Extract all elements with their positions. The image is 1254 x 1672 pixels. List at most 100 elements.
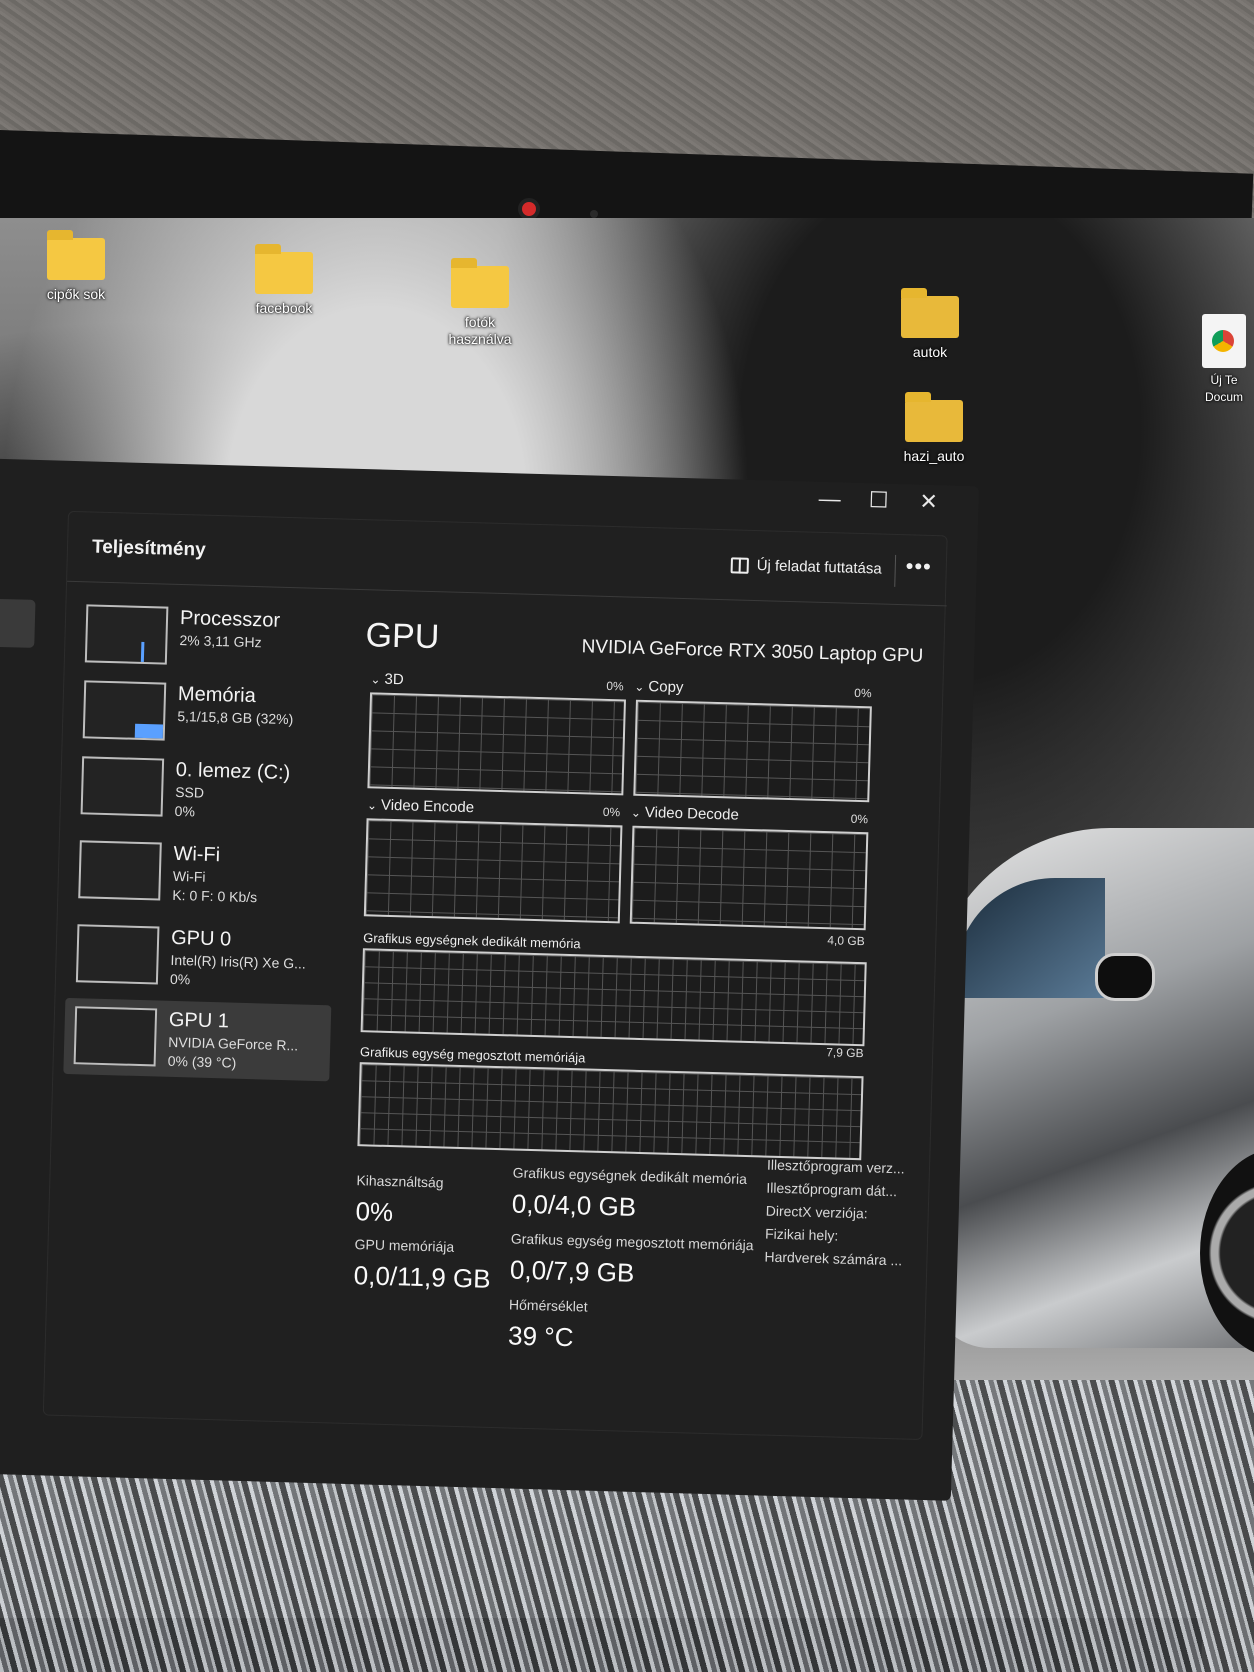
chevron-down-icon: ⌄ <box>634 679 645 694</box>
dedicated-memory-value: 0,0/4,0 GB <box>511 1188 637 1222</box>
graph-dedicated-memory-max: 4,0 GB <box>827 933 865 949</box>
graph-dedicated-memory-label: Grafikus egységnek dedikált memória <box>363 930 581 952</box>
graph-selector-video-encode[interactable]: ⌄ Video Encode <box>366 796 475 817</box>
desktop-icon-label: facebook <box>255 300 313 316</box>
sidebar-item-label: 0. lemez (C:) <box>175 758 291 785</box>
folder-icon <box>255 244 313 294</box>
task-manager-window: — ☐ ✕ Teljesítmény Új feladat futtatása … <box>0 440 980 1516</box>
gpu1-usage: 0% (39 °C) <box>167 1052 237 1071</box>
memory-usage-fill <box>134 723 164 739</box>
temperature-label: Hőmérséklet <box>508 1296 588 1315</box>
graph-selector-video-decode[interactable]: ⌄ Video Decode <box>631 804 739 824</box>
graph-3d-percent: 0% <box>606 678 624 694</box>
sidebar-item-detail: 2% 3,11 GHz <box>179 631 262 651</box>
shared-memory-label: Grafikus egység megosztott memóriája <box>510 1230 754 1254</box>
desktop-folder-fotok[interactable]: fotók használva <box>420 258 540 348</box>
gpu0-usage: 0% <box>169 970 191 988</box>
chevron-down-icon: ⌄ <box>370 672 381 687</box>
sidebar-item-processzor[interactable]: Processzor 2% 3,11 GHz <box>75 596 343 679</box>
close-button[interactable]: ✕ <box>918 489 939 516</box>
folder-icon <box>451 258 509 308</box>
gpu-title: GPU <box>365 616 440 657</box>
graph-selector-copy[interactable]: ⌄ Copy <box>634 678 684 696</box>
gpu-memory-label: GPU memóriája <box>354 1236 455 1255</box>
graph-copy <box>633 699 872 803</box>
folder-icon <box>905 392 963 442</box>
desktop-folder-autok[interactable]: autok <box>870 288 990 361</box>
header-divider <box>894 554 897 587</box>
utilization-label: Kihasználtság <box>356 1172 444 1191</box>
graph-video-encode <box>363 818 623 924</box>
chevron-down-icon: ⌄ <box>630 805 642 820</box>
cpu-thumbnail-graph <box>84 604 169 665</box>
desktop-icon-label: Új Te Docum <box>1204 373 1243 404</box>
sidebar-item-detail: Wi-Fi K: 0 F: 0 Kb/s <box>172 867 258 907</box>
desktop-icon-label: autok <box>912 344 948 360</box>
shared-memory-value: 0,0/7,9 GB <box>509 1254 635 1288</box>
wallpaper-car-mirror <box>1095 953 1155 1001</box>
wifi-thumbnail-graph <box>78 840 162 901</box>
memory-thumbnail-graph <box>82 680 167 741</box>
sidebar-item-label: GPU 0 <box>170 926 232 951</box>
graph-video-decode <box>629 825 869 931</box>
graph-decode-label: Video Decode <box>644 804 740 824</box>
graph-copy-percent: 0% <box>854 685 872 701</box>
desktop-folder-facebook[interactable]: facebook <box>224 244 344 317</box>
graph-decode-percent: 0% <box>850 811 869 827</box>
property-hardware-reserved: Hardverek számára ... <box>764 1248 903 1269</box>
sidebar-item-gpu1[interactable]: GPU 1 NVIDIA GeForce R... 0% (39 °C) <box>63 997 332 1082</box>
graph-shared-memory-max: 7,9 GB <box>826 1045 864 1061</box>
graph-selector-3d[interactable]: ⌄ 3D <box>370 670 404 689</box>
graph-dedicated-memory <box>360 948 867 1047</box>
gpu-memory-value: 0,0/11,9 GB <box>353 1260 492 1294</box>
sidebar-item-disk[interactable]: 0. lemez (C:) SSD 0% <box>70 748 338 831</box>
sidebar-item-label: GPU 1 <box>168 1008 230 1033</box>
sidebar-item-label: Wi-Fi <box>173 842 221 867</box>
desktop-folder-hazi-auto[interactable]: hazi_auto <box>874 392 994 465</box>
disk-usage: 0% <box>174 802 196 820</box>
performance-panel: Teljesítmény Új feladat futtatása ••• Pr… <box>42 510 949 1441</box>
sidebar-item-memoria[interactable]: Memória 5,1/15,8 GB (32%) <box>72 672 340 755</box>
sidebar-item-label: Processzor <box>179 606 281 632</box>
run-new-task-button[interactable]: Új feladat futtatása <box>730 556 882 578</box>
utilization-value: 0% <box>355 1196 394 1228</box>
webcam-icon <box>518 198 540 220</box>
desktop-chrome-document[interactable]: Új Te Docum <box>1194 314 1254 406</box>
sidebar-item-detail: 5,1/15,8 GB (32%) <box>177 707 294 728</box>
chevron-down-icon: ⌄ <box>366 798 378 813</box>
sidebar-item-detail: Intel(R) Iris(R) Xe G... 0% <box>170 951 306 993</box>
webcam-sensor <box>590 210 598 218</box>
desktop-icon-label: cipők sok <box>46 286 106 302</box>
graph-copy-label: Copy <box>648 678 684 697</box>
graph-3d-label: 3D <box>384 670 404 689</box>
more-options-button[interactable]: ••• <box>905 553 932 580</box>
dedicated-memory-label: Grafikus egységnek dedikált memória <box>512 1164 748 1188</box>
run-task-icon <box>730 556 749 574</box>
maximize-button[interactable]: ☐ <box>868 487 889 514</box>
desktop-folder-cipok[interactable]: cipők sok <box>16 230 136 303</box>
page-title: Teljesítmény <box>91 536 206 561</box>
desktop-icon-label: hazi_auto <box>903 448 965 464</box>
graph-3d <box>367 692 626 796</box>
gpu0-thumbnail-graph <box>75 924 160 985</box>
graph-encode-label: Video Encode <box>380 796 475 817</box>
disk-type: SSD <box>175 783 205 801</box>
graph-encode-percent: 0% <box>602 804 621 820</box>
sidebar-item-gpu0[interactable]: GPU 0 Intel(R) Iris(R) Xe G... 0% <box>66 916 334 999</box>
folder-icon <box>47 230 105 280</box>
run-task-label: Új feladat futtatása <box>756 557 882 578</box>
gpu1-thumbnail-graph <box>73 1006 158 1067</box>
sidebar-item-wifi[interactable]: Wi-Fi Wi-Fi K: 0 F: 0 Kb/s <box>68 832 336 915</box>
window-controls: — ☐ ✕ <box>818 486 939 515</box>
folder-icon <box>901 288 959 338</box>
wifi-adapter: Wi-Fi <box>172 867 206 885</box>
wifi-throughput: K: 0 F: 0 Kb/s <box>172 886 258 906</box>
graph-shared-memory <box>357 1062 864 1161</box>
minimize-button[interactable]: — <box>818 486 841 513</box>
temperature-value: 39 °C <box>507 1320 574 1353</box>
nav-selected-indicator[interactable] <box>0 598 36 648</box>
chrome-icon <box>1202 314 1246 368</box>
cpu-usage-spike <box>140 641 145 662</box>
disk-thumbnail-graph <box>80 756 165 817</box>
gpu0-model: Intel(R) Iris(R) Xe G... <box>170 951 307 972</box>
